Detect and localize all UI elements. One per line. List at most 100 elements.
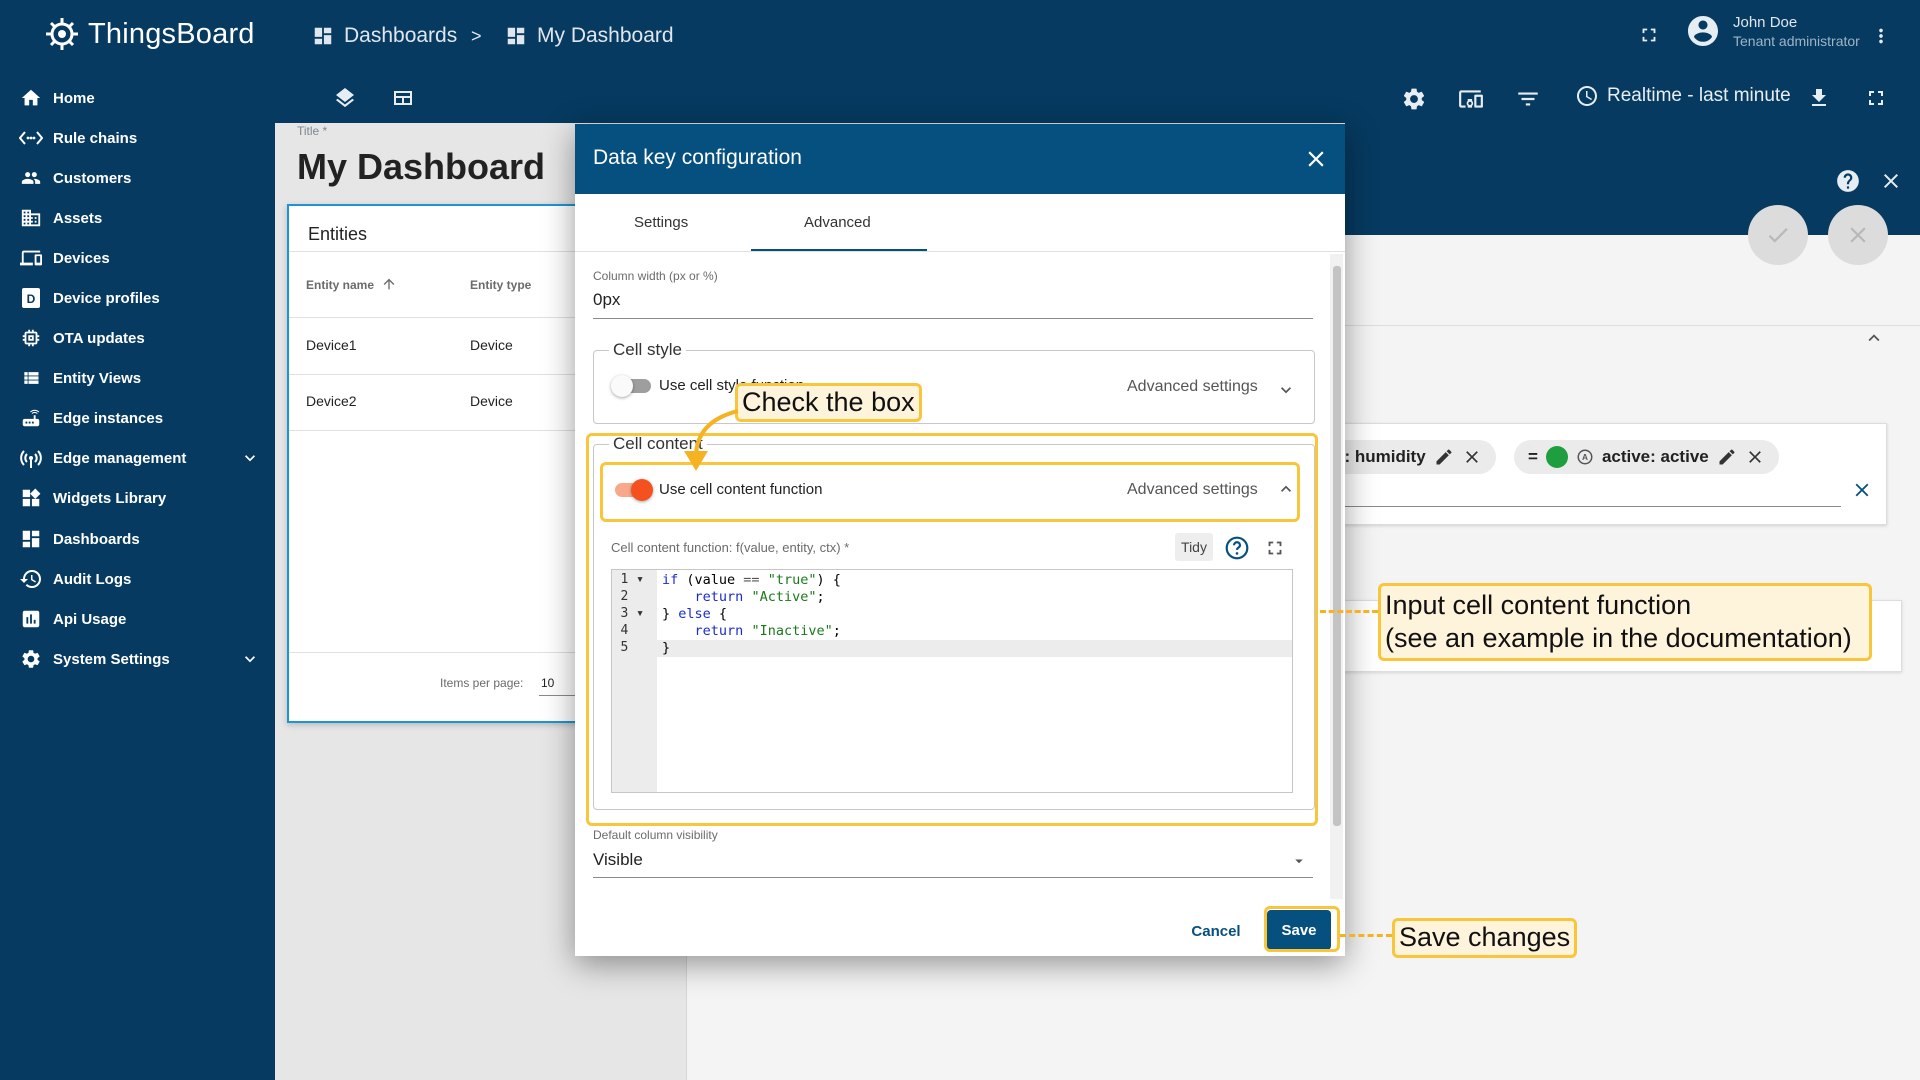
- fullscreen-icon[interactable]: [1638, 24, 1660, 46]
- devices-layout-icon[interactable]: [1458, 86, 1484, 112]
- clock-icon: [1577, 86, 1597, 106]
- sidebar-item-assets[interactable]: Assets: [0, 198, 275, 238]
- sidebar: Home Rule chains Customers Assets Device…: [0, 75, 275, 1080]
- sidebar-item-ota-updates[interactable]: OTA updates: [0, 318, 275, 358]
- sidebar-item-audit-logs[interactable]: Audit Logs: [0, 559, 275, 599]
- callout-input-function: Input cell content function (see an exam…: [1378, 583, 1872, 661]
- breadcrumb-my-dashboard: My Dashboard: [505, 18, 674, 54]
- sidebar-item-widgets-library[interactable]: Widgets Library: [0, 478, 275, 518]
- close-icon[interactable]: [1462, 447, 1482, 467]
- edit-icon[interactable]: [1717, 447, 1737, 467]
- sidebar-item-system-settings[interactable]: System Settings: [0, 639, 275, 679]
- dialog-title: Data key configuration: [593, 146, 802, 169]
- datasource-card: y: humidity = A active: active: [1321, 423, 1887, 525]
- breadcrumb-label: My Dashboard: [537, 24, 674, 47]
- breadcrumb-dashboards[interactable]: Dashboards: [312, 18, 457, 54]
- sidebar-item-rule-chains[interactable]: Rule chains: [0, 118, 275, 158]
- account-circle-icon: [1688, 15, 1718, 46]
- app-logo[interactable]: ThingsBoard: [42, 14, 255, 54]
- column-header-entity-type[interactable]: Entity type: [470, 278, 531, 292]
- user-menu[interactable]: John Doe Tenant administrator: [1685, 12, 1860, 49]
- sidebar-item-home[interactable]: Home: [0, 78, 275, 118]
- chevron-down-icon: [245, 455, 255, 462]
- tab-settings[interactable]: Settings: [634, 214, 688, 231]
- items-per-page-select[interactable]: 10: [541, 676, 554, 690]
- input-underline: [593, 318, 1313, 319]
- close-icon[interactable]: [1879, 169, 1903, 193]
- visibility-select[interactable]: Visible: [593, 850, 643, 870]
- scrollbar-thumb[interactable]: [1333, 266, 1341, 826]
- breadcrumb-separator: >: [471, 25, 482, 46]
- divider: [289, 251, 589, 252]
- sidebar-item-label: Dashboards: [53, 530, 140, 548]
- sidebar-item-label: Device profiles: [53, 289, 160, 307]
- chip-label: y: humidity: [1335, 447, 1426, 466]
- column-header-entity-name[interactable]: Entity name: [306, 278, 374, 292]
- table-cell: Device: [470, 337, 513, 353]
- sidebar-item-label: Devices: [53, 249, 110, 267]
- tab-advanced[interactable]: Advanced: [804, 214, 871, 231]
- api-usage-icon: [17, 605, 45, 633]
- fullscreen-icon[interactable]: [1864, 86, 1888, 110]
- arrow-up-icon: [383, 278, 395, 290]
- sidebar-item-entity-views[interactable]: Entity Views: [0, 358, 275, 398]
- input-underline: [1341, 506, 1841, 507]
- more-vert-icon[interactable]: [1870, 24, 1892, 48]
- sidebar-item-label: System Settings: [53, 650, 170, 668]
- download-icon[interactable]: [1807, 86, 1831, 110]
- close-icon: [1850, 227, 1866, 243]
- close-icon[interactable]: [1745, 447, 1765, 467]
- help-icon[interactable]: [1835, 168, 1861, 194]
- dashboard-title-label: Title *: [297, 124, 328, 138]
- layout-icon[interactable]: [391, 86, 415, 110]
- sidebar-item-label: Edge instances: [53, 409, 164, 427]
- close-icon[interactable]: [1851, 479, 1873, 501]
- sidebar-item-devices[interactable]: Devices: [0, 238, 275, 278]
- sidebar-item-dashboards[interactable]: Dashboards: [0, 519, 275, 559]
- chevron-up-icon[interactable]: [1863, 327, 1885, 349]
- filter-list-icon[interactable]: [1515, 86, 1541, 112]
- sidebar-item-edge-instances[interactable]: Edge instances: [0, 398, 275, 438]
- sidebar-item-device-profiles[interactable]: D Device profiles: [0, 278, 275, 318]
- edit-icon[interactable]: [1434, 447, 1454, 467]
- table-cell: Device1: [306, 337, 357, 353]
- attribute-icon: A: [1577, 449, 1593, 465]
- callout-arrow-icon: [684, 409, 739, 471]
- cancel-button[interactable]: Cancel: [1183, 914, 1249, 948]
- cell-style-legend: Cell style: [609, 340, 686, 360]
- sidebar-item-label: Entity Views: [53, 369, 142, 387]
- chevron-down-icon[interactable]: [1276, 380, 1296, 400]
- close-icon[interactable]: [1303, 146, 1329, 172]
- timewindow-button[interactable]: Realtime - last minute: [1575, 84, 1791, 108]
- discard-button[interactable]: [1828, 205, 1888, 265]
- sidebar-item-label: Rule chains: [53, 129, 138, 147]
- apply-button[interactable]: [1748, 205, 1808, 265]
- cell-style-toggle[interactable]: [611, 374, 655, 398]
- dashboard-title-input[interactable]: My Dashboard: [297, 146, 545, 188]
- divider: [289, 652, 589, 653]
- column-width-input[interactable]: 0px: [593, 290, 620, 310]
- settings-gear-icon[interactable]: [1401, 86, 1427, 112]
- callout-save-changes: Save changes: [1392, 918, 1578, 958]
- dashboards-icon: [507, 27, 525, 45]
- sidebar-item-customers[interactable]: Customers: [0, 158, 275, 198]
- input-underline: [593, 877, 1313, 878]
- cell-style-advanced-settings[interactable]: Advanced settings: [1127, 378, 1258, 396]
- data-key-chip[interactable]: = A active: active: [1514, 440, 1779, 474]
- callout-connector: [1340, 934, 1392, 937]
- sidebar-item-label: Home: [53, 89, 95, 107]
- sidebar-item-api-usage[interactable]: Api Usage: [0, 599, 275, 639]
- dashboards-icon: [17, 525, 45, 553]
- operator-label: =: [1528, 447, 1538, 466]
- sidebar-item-edge-management[interactable]: Edge management: [0, 438, 275, 478]
- sidebar-item-label: Api Usage: [53, 610, 127, 628]
- chevron-down-icon: [245, 656, 255, 663]
- divider: [575, 251, 1345, 252]
- data-key-chip[interactable]: y: humidity: [1321, 440, 1496, 474]
- home-icon: [17, 84, 45, 112]
- settings-icon: [17, 645, 45, 673]
- user-role: Tenant administrator: [1733, 33, 1860, 49]
- layers-icon[interactable]: [333, 86, 357, 110]
- entities-widget[interactable]: Entities Entity name Entity type Device1…: [287, 204, 591, 723]
- dropdown-arrow-icon[interactable]: [1290, 852, 1308, 870]
